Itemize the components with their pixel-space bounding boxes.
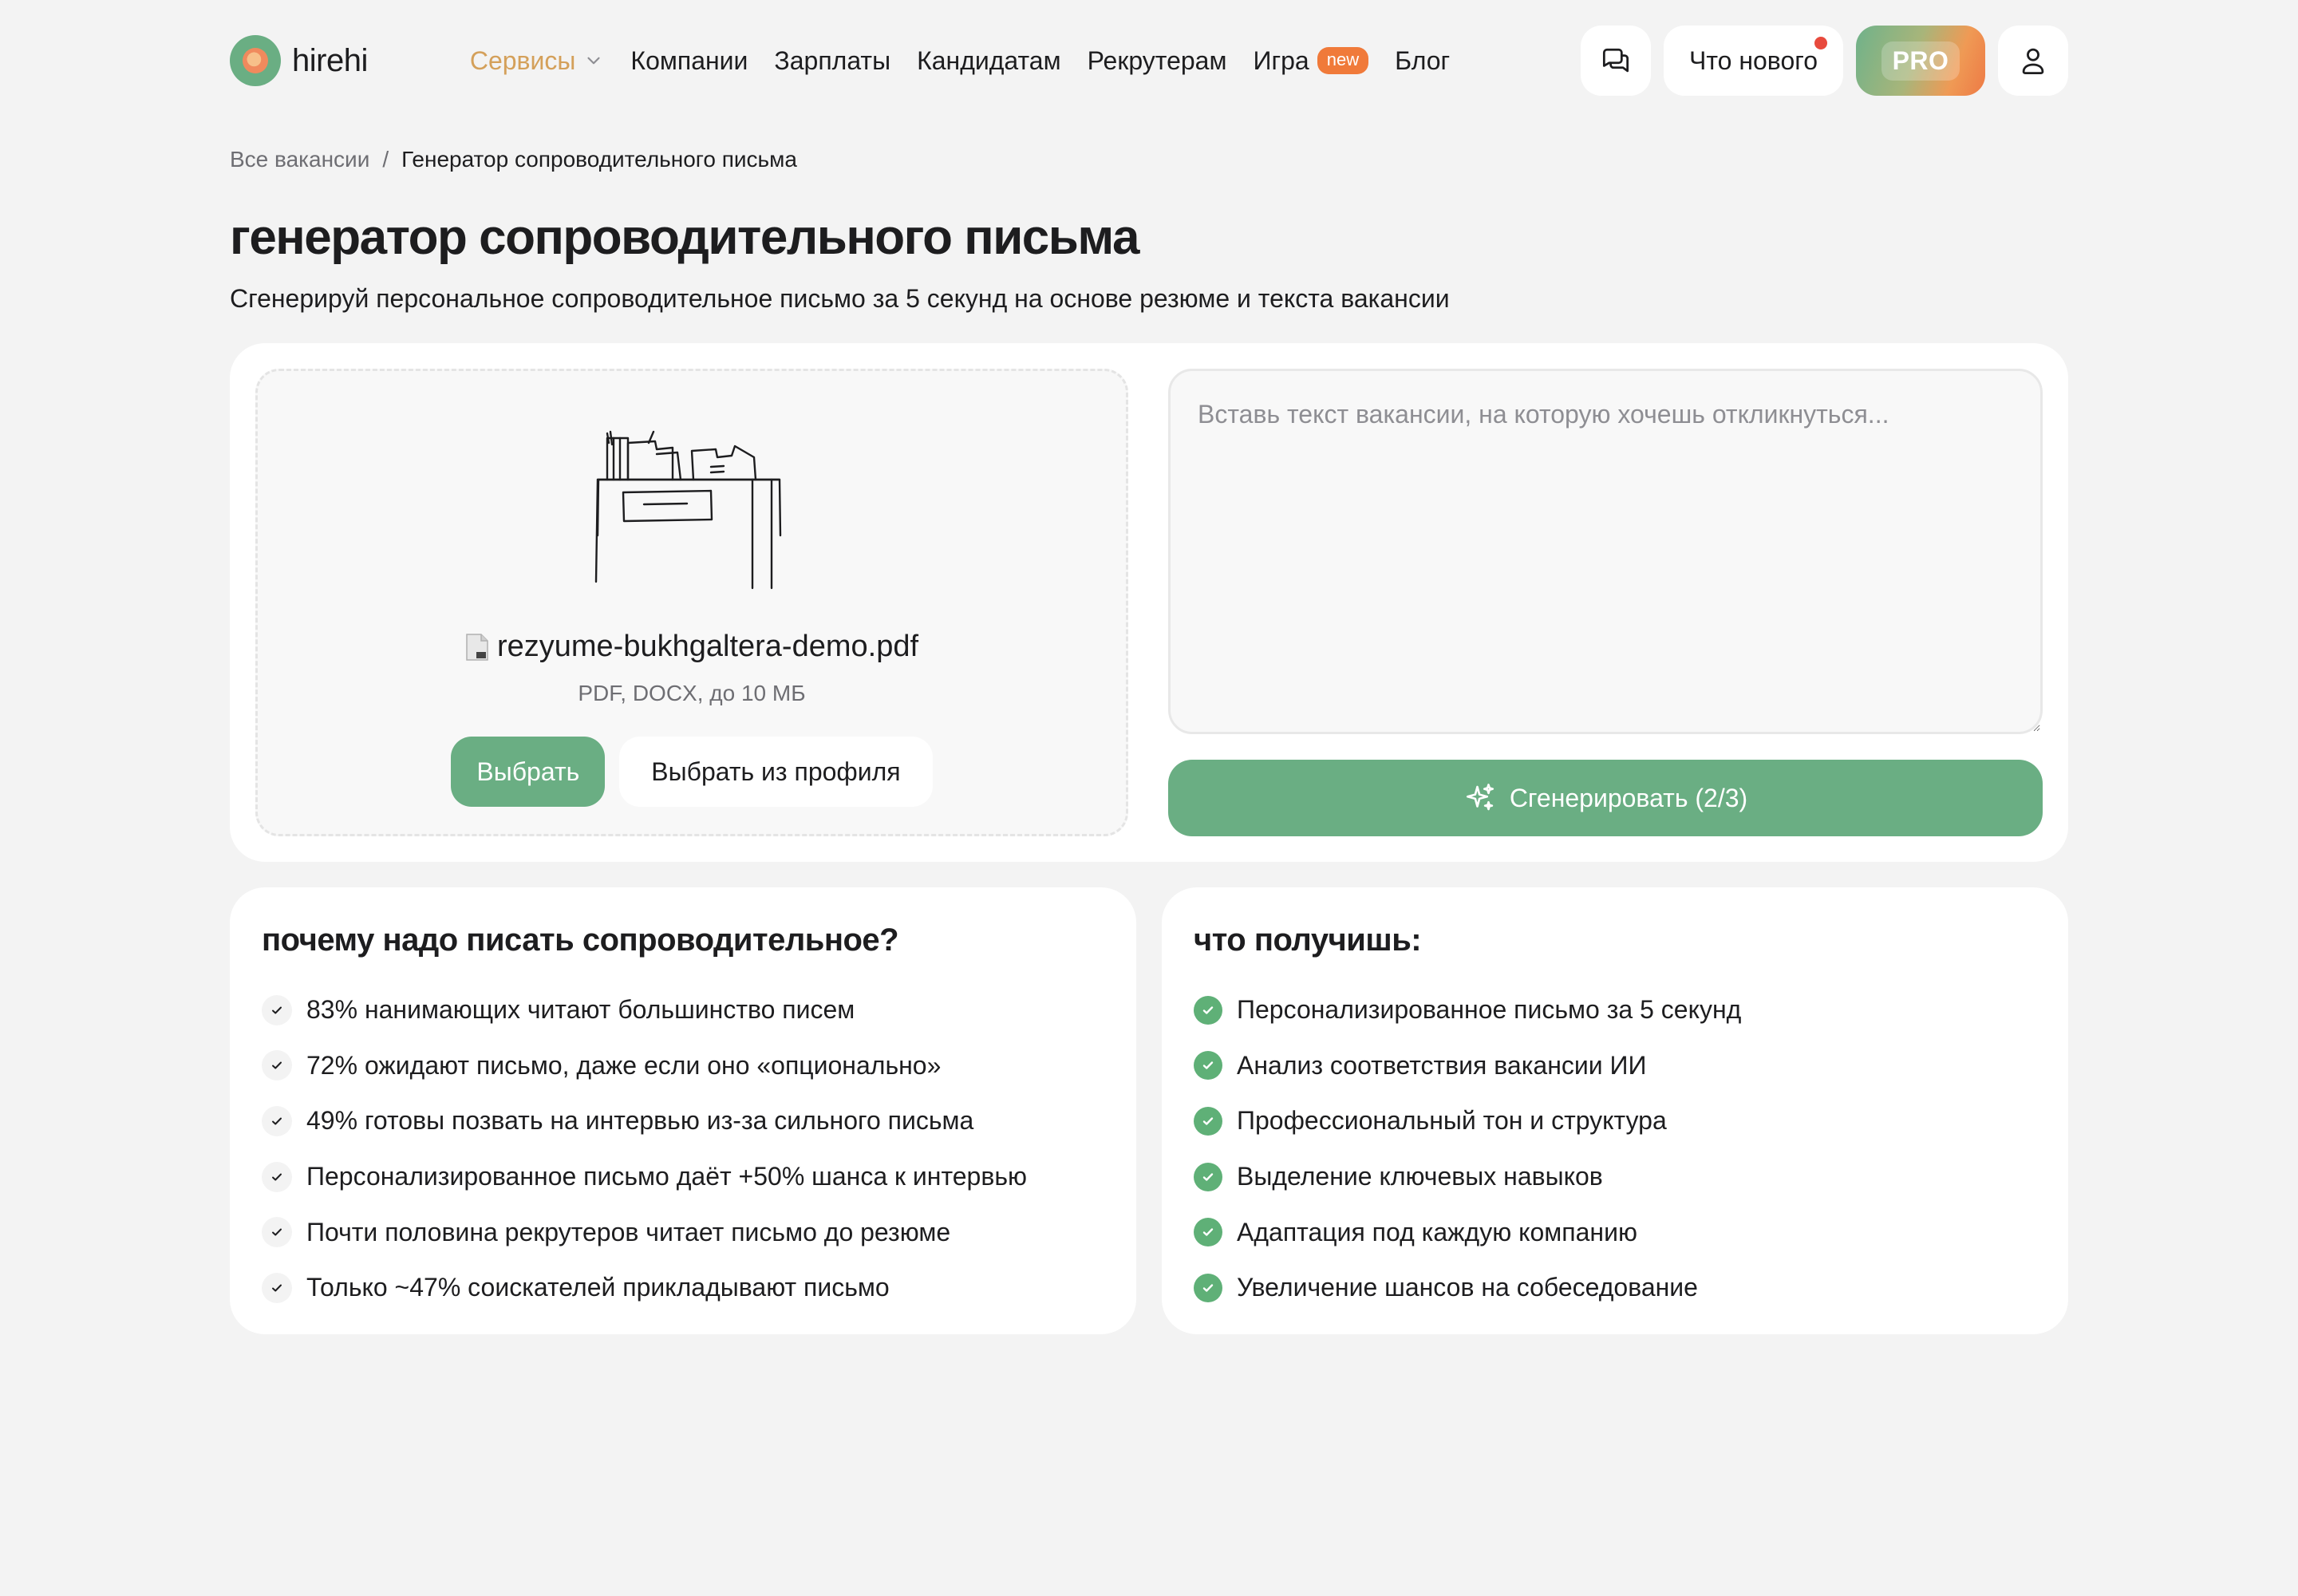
profile-button[interactable] [1998, 26, 2068, 96]
list-item: Профессиональный тон и структура [1194, 1093, 2036, 1149]
list-item: Анализ соответствия вакансии ИИ [1194, 1038, 2036, 1094]
check-icon [262, 1272, 292, 1303]
why-list: 83% нанимающих читают большинство писем … [262, 982, 1104, 1316]
list-item-text: Почти половина рекрутеров читает письмо … [306, 1217, 951, 1246]
header-actions: Что нового PRO [1581, 24, 2068, 97]
check-icon [262, 994, 292, 1025]
check-circle-icon [1194, 995, 1222, 1025]
logo[interactable]: hirehi [230, 35, 368, 86]
pro-button[interactable]: PRO [1856, 26, 1985, 96]
list-item: Только ~47% соискателей прикладывают пис… [262, 1260, 1104, 1316]
pro-label: PRO [1881, 41, 1960, 81]
list-item: Выделение ключевых навыков [1194, 1149, 2036, 1205]
header: hirehi Сервисы Компании Зарплаты Кандида… [230, 24, 2068, 97]
list-item-text: Увеличение шансов на собеседование [1237, 1273, 1698, 1302]
why-card: почему надо писать сопроводительное? 83%… [230, 887, 1136, 1334]
resume-dropzone[interactable]: rezyume-bukhgaltera-demo.pdf PDF, DOCX, … [255, 369, 1128, 836]
check-circle-icon [1194, 1051, 1222, 1080]
list-item-text: Персонализированное письмо даёт +50% шан… [306, 1162, 1027, 1191]
benefits-list: Персонализированное письмо за 5 секунд А… [1194, 982, 2036, 1316]
main-nav: Сервисы Компании Зарплаты Кандидатам Рек… [470, 46, 1450, 76]
whats-new-label: Что нового [1689, 45, 1818, 75]
nav-services-label: Сервисы [469, 45, 576, 75]
breadcrumb: Все вакансии / Генератор сопроводительно… [230, 147, 2068, 172]
chat-bubbles-icon [1602, 48, 1629, 73]
generate-label: Сгенерировать (2/3) [1509, 783, 1748, 812]
list-item-text: 72% ожидают письмо, даже если оно «опцио… [306, 1050, 942, 1080]
file-name: rezyume-bukhgaltera-demo.pdf [496, 630, 919, 663]
file-icon [466, 633, 488, 661]
list-item: Адаптация под каждую компанию [1194, 1204, 2036, 1260]
check-icon [262, 1161, 292, 1192]
nav-candidates[interactable]: Кандидатам [917, 46, 1061, 76]
check-circle-icon [1194, 1106, 1222, 1136]
sparkle-icon [1466, 784, 1494, 811]
page-title: генератор сопроводительного письма [230, 210, 1139, 265]
notification-dot [1814, 37, 1827, 49]
file-format-hint: PDF, DOCX, до 10 МБ [578, 681, 806, 705]
list-item-text: Только ~47% соискателей прикладывают пис… [306, 1273, 890, 1302]
why-title: почему надо писать сопроводительное? [262, 922, 899, 958]
choose-file-button[interactable]: Выбрать [451, 737, 606, 807]
upload-actions: Выбрать Выбрать из профиля [258, 737, 1126, 807]
nav-game-label: Игра [1253, 45, 1309, 75]
nav-salaries[interactable]: Зарплаты [774, 46, 890, 76]
page-subtitle: Сгенерируй персональное сопроводительное… [230, 284, 1450, 313]
list-item: Персонализированное письмо даёт +50% шан… [262, 1149, 1104, 1205]
benefits-card: что получишь: Персонализированное письмо… [1162, 887, 2068, 1334]
nav-companies[interactable]: Компании [630, 46, 748, 76]
breadcrumb-current: Генератор сопроводительного письма [401, 147, 797, 172]
list-item-text: Анализ соответствия вакансии ИИ [1237, 1050, 1647, 1080]
list-item-text: Выделение ключевых навыков [1237, 1162, 1603, 1191]
benefits-title: что получишь: [1194, 922, 1422, 958]
list-item: Почти половина рекрутеров читает письмо … [262, 1204, 1104, 1260]
logo-mark-icon [230, 35, 281, 86]
list-item: 83% нанимающих читают большинство писем [262, 982, 1104, 1038]
messages-button[interactable] [1581, 26, 1652, 96]
check-circle-icon [1194, 1273, 1222, 1302]
user-icon [2022, 48, 2044, 74]
check-icon [262, 1105, 292, 1136]
check-circle-icon [1194, 1218, 1222, 1247]
nav-recruiters[interactable]: Рекрутерам [1088, 46, 1227, 76]
nav-services[interactable]: Сервисы [470, 46, 605, 76]
breadcrumb-separator: / [382, 147, 389, 172]
whats-new-button[interactable]: Что нового [1664, 26, 1843, 96]
nav-game[interactable]: Игра new [1253, 45, 1369, 76]
list-item-text: 49% готовы позвать на интервью из-за сил… [306, 1106, 974, 1136]
choose-from-profile-button[interactable]: Выбрать из профиля [619, 737, 933, 807]
check-circle-icon [1194, 1162, 1222, 1191]
nav-blog[interactable]: Блог [1395, 46, 1450, 76]
list-item-text: Персонализированное письмо за 5 секунд [1237, 995, 1742, 1025]
selected-file: rezyume-bukhgaltera-demo.pdf [258, 630, 1126, 664]
vacancy-text-input[interactable] [1168, 369, 2043, 734]
list-item-text: Профессиональный тон и структура [1237, 1106, 1667, 1136]
desk-illustration-icon [594, 430, 782, 590]
list-item: 49% готовы позвать на интервью из-за сил… [262, 1093, 1104, 1149]
list-item-text: 83% нанимающих читают большинство писем [306, 995, 855, 1025]
new-badge: new [1317, 47, 1369, 74]
generator-card: rezyume-bukhgaltera-demo.pdf PDF, DOCX, … [230, 343, 2068, 862]
list-item: 72% ожидают письмо, даже если оно «опцио… [262, 1038, 1104, 1094]
check-icon [262, 1050, 292, 1081]
check-icon [262, 1217, 292, 1248]
breadcrumb-all-vacancies[interactable]: Все вакансии [230, 147, 369, 172]
list-item: Увеличение шансов на собеседование [1194, 1260, 2036, 1316]
list-item: Персонализированное письмо за 5 секунд [1194, 982, 2036, 1038]
chevron-down-icon [587, 57, 601, 65]
logo-text: hirehi [292, 42, 368, 78]
generate-button[interactable]: Сгенерировать (2/3) [1168, 760, 2043, 836]
page: hirehi Сервисы Компании Зарплаты Кандида… [0, 0, 2298, 1596]
list-item-text: Адаптация под каждую компанию [1237, 1217, 1637, 1246]
